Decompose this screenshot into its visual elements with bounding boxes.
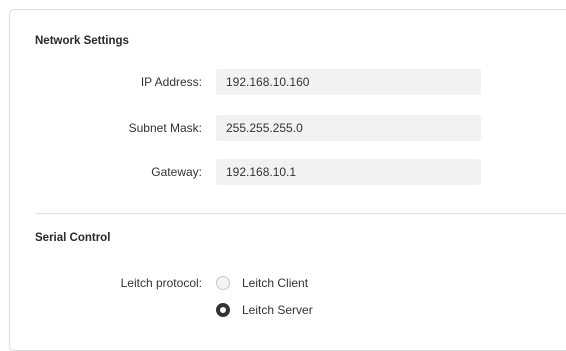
- radio-label-leitch-server: Leitch Server: [242, 303, 313, 317]
- section-divider: [35, 213, 566, 214]
- subnet-mask-field[interactable]: 255.255.255.0: [216, 115, 481, 141]
- gateway-field[interactable]: 192.168.10.1: [216, 159, 481, 185]
- gateway-label: Gateway:: [151, 165, 202, 179]
- subnet-mask-label: Subnet Mask:: [128, 121, 202, 135]
- radio-label-leitch-client: Leitch Client: [242, 276, 309, 290]
- radio-option-leitch-server[interactable]: Leitch Server: [216, 300, 313, 320]
- radio-option-leitch-client[interactable]: Leitch Client: [216, 273, 308, 293]
- ip-address-field[interactable]: 192.168.10.160: [216, 69, 481, 95]
- serial-control-title: Serial Control: [35, 232, 111, 244]
- network-settings-title: Network Settings: [35, 35, 129, 47]
- radio-unchecked-icon[interactable]: [216, 276, 230, 290]
- ip-address-label: IP Address:: [140, 75, 202, 89]
- radio-checked-icon[interactable]: [216, 303, 230, 317]
- leitch-protocol-label: Leitch protocol:: [120, 276, 202, 290]
